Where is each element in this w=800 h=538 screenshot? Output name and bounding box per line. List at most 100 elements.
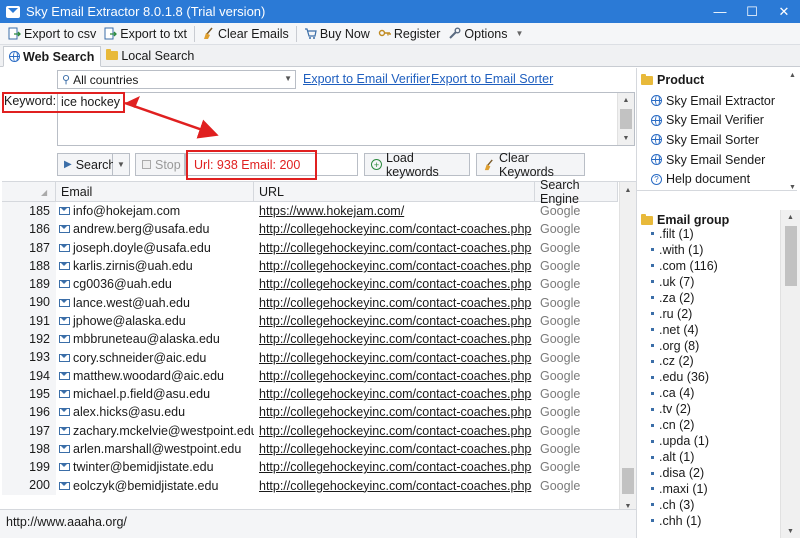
scroll-down-icon[interactable]: ▼	[618, 131, 634, 145]
email-group-item[interactable]: .ch (3)	[651, 497, 718, 513]
table-row[interactable]: 193 cory.schneider@aic.edu http://collegeh…	[2, 348, 618, 367]
search-dropdown[interactable]: ▼	[113, 153, 130, 176]
url-cell[interactable]: http://collegehockeyinc.com/contact-coac…	[254, 387, 535, 401]
export-to-verifier-link[interactable]: Export to Email Verifier	[303, 72, 430, 86]
search-button[interactable]: ▶ Search	[57, 153, 115, 176]
product-item[interactable]: Sky Email Sender	[651, 150, 775, 170]
table-row[interactable]: 192 mbbruneteau@alaska.edu http://collegeh…	[2, 330, 618, 349]
scroll-thumb[interactable]	[785, 226, 797, 286]
email-group-item[interactable]: .uk (7)	[651, 274, 718, 290]
export-to-sorter-link[interactable]: Export to Email Sorter	[431, 72, 553, 86]
tab-web-search[interactable]: Web Search	[3, 46, 102, 67]
maximize-button[interactable]: ☐	[736, 0, 768, 23]
email-group-item[interactable]: .tv (2)	[651, 401, 718, 417]
url-cell[interactable]: http://collegehockeyinc.com/contact-coac…	[254, 424, 535, 438]
tab-local-search[interactable]: Local Search	[101, 45, 201, 66]
url-cell[interactable]: http://collegehockeyinc.com/contact-coac…	[254, 259, 535, 273]
url-cell[interactable]: http://collegehockeyinc.com/contact-coac…	[254, 241, 535, 255]
table-row[interactable]: 186 andrew.berg@usafa.edu http://collegeho…	[2, 220, 618, 239]
url-cell[interactable]: http://collegehockeyinc.com/contact-coac…	[254, 442, 535, 456]
scroll-up-icon[interactable]: ▲	[618, 93, 634, 107]
email-group-item[interactable]: .maxi (1)	[651, 481, 718, 497]
table-row[interactable]: 200 eolczyk@bemidjistate.edu http://colleg…	[2, 476, 618, 495]
url-cell[interactable]: http://collegehockeyinc.com/contact-coac…	[254, 277, 535, 291]
url-cell[interactable]: http://collegehockeyinc.com/contact-coac…	[254, 222, 535, 236]
scroll-down-icon[interactable]: ▼	[785, 180, 800, 194]
email-group-item[interactable]: .cz (2)	[651, 354, 718, 370]
email-group-item[interactable]: .with (1)	[651, 242, 718, 258]
scroll-thumb[interactable]	[620, 109, 632, 129]
scroll-thumb[interactable]	[622, 468, 634, 494]
product-item[interactable]: Sky Email Sorter	[651, 130, 775, 150]
bullet-icon	[651, 519, 654, 523]
scroll-up-icon[interactable]: ▲	[785, 68, 800, 82]
email-group-item[interactable]: .edu (36)	[651, 369, 718, 385]
register-button[interactable]: Register	[374, 24, 445, 44]
header-email[interactable]: Email	[56, 182, 254, 202]
email-group-item[interactable]: .upda (1)	[651, 433, 718, 449]
table-row[interactable]: 190 lance.west@uah.edu http://collegehocke…	[2, 293, 618, 312]
load-keywords-button[interactable]: + Load keywords	[364, 151, 470, 179]
buy-now-button[interactable]: Buy Now	[300, 24, 374, 44]
url-cell[interactable]: http://collegehockeyinc.com/contact-coac…	[254, 460, 535, 474]
email-group-item[interactable]: .chh (1)	[651, 513, 718, 529]
email-group-item[interactable]: .cn (2)	[651, 417, 718, 433]
email-group-item[interactable]: .alt (1)	[651, 449, 718, 465]
email-group-item[interactable]: .com (116)	[651, 258, 718, 274]
email-group-item[interactable]: .ca (4)	[651, 385, 718, 401]
table-row[interactable]: 194 matthew.woodard@aic.edu http://college…	[2, 366, 618, 385]
clear-keywords-button[interactable]: Clear Keywords	[476, 151, 585, 179]
stop-button[interactable]: Stop	[135, 153, 185, 176]
url-cell[interactable]: http://collegehockeyinc.com/contact-coac…	[254, 369, 535, 383]
email-group-scrollbar[interactable]: ▲ ▼	[780, 210, 800, 538]
email-group-item[interactable]: .filt (1)	[651, 226, 718, 242]
keyword-input[interactable]: ice hockey ▲ ▼	[57, 92, 635, 146]
table-row[interactable]: 197 zachary.mckelvie@westpoint.edu http://…	[2, 421, 618, 440]
header-search-engine[interactable]: Search Engine	[535, 178, 618, 206]
scroll-up-icon[interactable]: ▲	[781, 210, 800, 224]
url-cell[interactable]: http://collegehockeyinc.com/contact-coac…	[254, 332, 535, 346]
email-group-item[interactable]: .disa (2)	[651, 465, 718, 481]
header-url[interactable]: URL	[254, 182, 535, 202]
table-row[interactable]: 191 jphowe@alaska.edu http://collegehockey…	[2, 311, 618, 331]
table-row[interactable]: 198 arlen.marshall@westpoint.edu http://co…	[2, 439, 618, 459]
stop-label: Stop	[155, 157, 181, 172]
engine-cell: Google	[540, 222, 581, 237]
email-group-item[interactable]: .za (2)	[651, 290, 718, 306]
email-group-item[interactable]: .net (4)	[651, 322, 718, 338]
table-row[interactable]: 185 info@hokejam.com https://www.hokejam.c…	[2, 202, 618, 221]
product-scrollbar[interactable]: ▲ ▼	[785, 68, 800, 196]
clear-emails-button[interactable]: Clear Emails	[198, 24, 293, 44]
table-row[interactable]: 199 twinter@bemidjistate.edu http://colleg…	[2, 458, 618, 477]
table-row[interactable]: 195 michael.p.field@asu.edu http://college…	[2, 384, 618, 404]
close-button[interactable]: ✕	[768, 0, 800, 23]
table-scrollbar[interactable]: ▲ ▼	[619, 182, 636, 514]
window-title: Sky Email Extractor 8.0.1.8 (Trial versi…	[26, 4, 266, 19]
scroll-down-icon[interactable]: ▼	[781, 524, 800, 538]
product-item[interactable]: Sky Email Extractor	[651, 91, 775, 111]
scroll-up-icon[interactable]: ▲	[620, 182, 636, 198]
url-cell[interactable]: http://collegehockeyinc.com/contact-coac…	[254, 351, 535, 365]
window-controls: — ☐ ✕	[704, 0, 800, 23]
help-document-item[interactable]: ? Help document	[651, 169, 775, 189]
url-cell[interactable]: http://collegehockeyinc.com/contact-coac…	[254, 296, 535, 310]
table-row[interactable]: 189 cg0036@uah.edu http://collegehockeyinc…	[2, 275, 618, 294]
email-group-item[interactable]: .ru (2)	[651, 306, 718, 322]
export-txt-button[interactable]: Export to txt	[100, 24, 191, 44]
country-select[interactable]: ⚲ All countries ▼	[57, 70, 296, 89]
keyword-scrollbar[interactable]: ▲ ▼	[617, 93, 634, 145]
table-row[interactable]: 187 joseph.doyle@usafa.edu http://collegeh…	[2, 238, 618, 257]
email-group-label: .tv (2)	[659, 402, 691, 417]
export-csv-button[interactable]: Export to csv	[4, 24, 100, 44]
email-text: joseph.doyle@usafa.edu	[73, 240, 211, 255]
minimize-button[interactable]: —	[704, 0, 736, 23]
url-cell[interactable]: http://collegehockeyinc.com/contact-coac…	[254, 479, 535, 493]
table-row[interactable]: 188 karlis.zirnis@uah.edu http://collegeho…	[2, 256, 618, 276]
options-button[interactable]: Options ▼	[444, 24, 527, 44]
url-cell[interactable]: http://collegehockeyinc.com/contact-coac…	[254, 314, 535, 328]
url-cell[interactable]: http://collegehockeyinc.com/contact-coac…	[254, 405, 535, 419]
email-group-item[interactable]: .org (8)	[651, 338, 718, 354]
url-cell[interactable]: https://www.hokejam.com/	[254, 204, 535, 218]
product-item[interactable]: Sky Email Verifier	[651, 111, 775, 131]
table-row[interactable]: 196 alex.hicks@asu.edu http://collegehocke…	[2, 403, 618, 422]
